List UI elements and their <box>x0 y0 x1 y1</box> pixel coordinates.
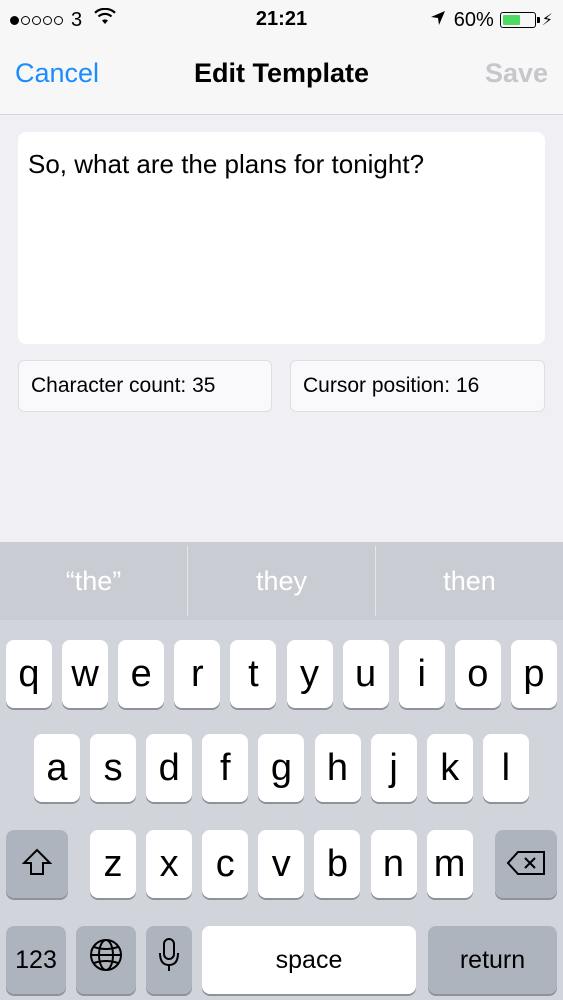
key-j[interactable]: j <box>370 734 417 802</box>
key-g[interactable]: g <box>258 734 305 802</box>
key-n[interactable]: n <box>370 830 417 898</box>
suggestion-1[interactable]: “the” <box>0 542 187 620</box>
page-title: Edit Template <box>193 58 370 88</box>
key-l[interactable]: l <box>482 734 529 802</box>
key-t[interactable]: t <box>230 640 277 708</box>
suggestion-2[interactable]: they <box>188 542 375 620</box>
battery-percent: 60% <box>453 8 494 31</box>
character-count-box: Character count: 35 <box>18 360 272 412</box>
backspace-icon <box>506 843 546 886</box>
shift-key[interactable] <box>6 830 68 898</box>
key-m[interactable]: m <box>426 830 473 898</box>
template-text: So, what are the plans for tonight? <box>28 149 425 179</box>
key-o[interactable]: o <box>454 640 501 708</box>
navigation-bar: Cancel Edit Template Save <box>0 40 563 115</box>
template-text-area[interactable]: So, what are the plans for tonight? <box>18 132 545 344</box>
key-q[interactable]: q <box>6 640 52 708</box>
key-i[interactable]: i <box>398 640 445 708</box>
key-z[interactable]: z <box>90 830 136 898</box>
save-button[interactable]: Save <box>485 58 548 89</box>
microphone-icon <box>157 937 181 983</box>
key-u[interactable]: u <box>342 640 389 708</box>
character-count-label: Character count: 35 <box>31 374 216 397</box>
dictation-key[interactable] <box>146 926 192 994</box>
space-key[interactable]: space <box>202 926 416 994</box>
location-arrow-icon <box>430 9 446 32</box>
numbers-key[interactable]: 123 <box>6 926 66 994</box>
charging-bolt-icon: ⚡︎ <box>541 12 553 29</box>
shift-icon <box>21 843 53 886</box>
suggestion-bar: “the” they then <box>0 542 563 620</box>
key-v[interactable]: v <box>258 830 305 898</box>
suggestion-3[interactable]: then <box>376 542 563 620</box>
key-d[interactable]: d <box>146 734 193 802</box>
key-x[interactable]: x <box>146 830 193 898</box>
key-p[interactable]: p <box>510 640 557 708</box>
key-h[interactable]: h <box>314 734 361 802</box>
key-a[interactable]: a <box>34 734 80 802</box>
key-f[interactable]: f <box>202 734 249 802</box>
keyboard: “the” they then qwertyuiop asdfghjkl zxc… <box>0 542 563 1000</box>
battery-icon <box>499 12 540 28</box>
battery-group: 60% ⚡︎ <box>430 8 553 32</box>
key-s[interactable]: s <box>90 734 137 802</box>
globe-key[interactable] <box>76 926 136 994</box>
globe-icon <box>88 937 124 983</box>
key-w[interactable]: w <box>62 640 109 708</box>
key-r[interactable]: r <box>174 640 221 708</box>
cursor-position-label: Cursor position: 16 <box>303 374 480 397</box>
key-e[interactable]: e <box>118 640 165 708</box>
key-c[interactable]: c <box>202 830 249 898</box>
delete-key[interactable] <box>495 830 557 898</box>
key-k[interactable]: k <box>426 734 473 802</box>
key-b[interactable]: b <box>314 830 361 898</box>
status-bar: 3 21:21 60% ⚡︎ <box>0 0 563 40</box>
cursor-position-box: Cursor position: 16 <box>290 360 545 412</box>
key-y[interactable]: y <box>286 640 333 708</box>
return-key[interactable]: return <box>428 926 557 994</box>
